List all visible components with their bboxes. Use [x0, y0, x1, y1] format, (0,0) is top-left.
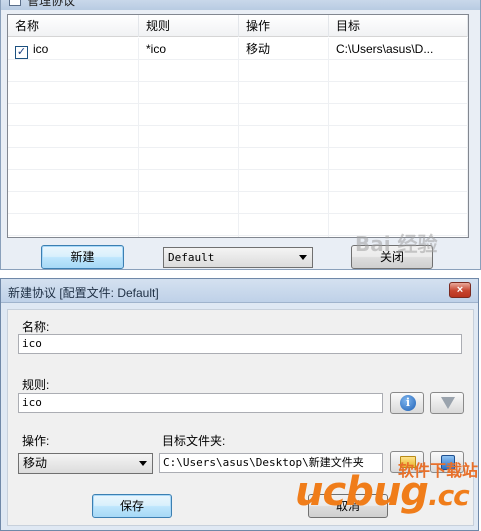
empty-cell	[239, 148, 329, 170]
empty-cell	[239, 214, 329, 236]
column-header-target[interactable]: 目标	[329, 15, 468, 37]
empty-cell	[8, 148, 139, 170]
empty-cell	[8, 126, 139, 148]
empty-cell	[329, 170, 468, 192]
empty-cell	[239, 60, 329, 82]
empty-cell	[329, 192, 468, 214]
chevron-down-icon	[299, 255, 307, 260]
cell-name: ✓ ico	[8, 38, 139, 60]
rule-field[interactable]: ico	[18, 393, 383, 413]
empty-cell	[8, 214, 139, 236]
empty-cell	[329, 60, 468, 82]
name-field[interactable]: ico	[18, 334, 462, 354]
empty-cell	[239, 170, 329, 192]
profile-select-value: Default	[168, 251, 215, 264]
ucbug-domain: .cc	[427, 479, 470, 512]
empty-cell	[8, 192, 139, 214]
rule-enabled-checkbox[interactable]: ✓	[15, 46, 28, 59]
empty-cell	[239, 236, 329, 237]
rule-label: 规则:	[22, 378, 50, 392]
empty-cell	[239, 126, 329, 148]
empty-table-row	[8, 104, 468, 126]
cell-target: C:\Users\asus\D...	[329, 38, 468, 60]
empty-cell	[139, 104, 239, 126]
empty-cell	[139, 170, 239, 192]
empty-cell	[239, 82, 329, 104]
manage-rules-titlebar: 管理协议	[1, 0, 480, 10]
empty-cell	[8, 236, 139, 237]
empty-table-row	[8, 170, 468, 192]
cell-action: 移动	[239, 38, 329, 60]
column-header-name[interactable]: 名称	[8, 15, 139, 37]
action-select[interactable]: 移动	[18, 453, 153, 474]
empty-cell	[8, 170, 139, 192]
rules-table: 名称 规则 操作 目标 ✓ ico *ico 移动 C:\Users\asus\D…	[7, 14, 469, 238]
rule-filter-button[interactable]	[430, 392, 464, 414]
empty-cell	[329, 104, 468, 126]
empty-cell	[139, 192, 239, 214]
table-row[interactable]: ✓ ico *ico 移动 C:\Users\asus\D...	[8, 38, 468, 60]
empty-cell	[239, 104, 329, 126]
save-button[interactable]: 保存	[92, 494, 172, 518]
empty-cell	[139, 60, 239, 82]
info-icon: i	[400, 395, 416, 411]
empty-table-row	[8, 126, 468, 148]
empty-cell	[329, 82, 468, 104]
window-app-icon	[9, 0, 21, 6]
new-rule-button[interactable]: 新建	[41, 245, 124, 269]
new-rule-title: 新建协议 [配置文件: Default]	[8, 286, 159, 300]
filter-icon	[441, 397, 455, 409]
ucbug-text: ucbug	[295, 469, 429, 515]
new-rule-titlebar: 新建协议 [配置文件: Default] ×	[1, 279, 478, 303]
empty-cell	[139, 148, 239, 170]
empty-table-row	[8, 192, 468, 214]
empty-cell	[139, 126, 239, 148]
empty-cell	[329, 126, 468, 148]
column-header-rule[interactable]: 规则	[139, 15, 239, 37]
empty-cell	[8, 60, 139, 82]
empty-cell	[139, 82, 239, 104]
empty-cell	[139, 214, 239, 236]
rule-info-button[interactable]: i	[390, 392, 424, 414]
cell-rule: *ico	[139, 38, 239, 60]
close-icon[interactable]: ×	[449, 282, 471, 298]
baidu-watermark: Bai 经验	[355, 232, 438, 256]
rule-name-text: ico	[33, 42, 49, 56]
empty-cell	[329, 148, 468, 170]
name-label: 名称:	[22, 320, 50, 334]
empty-cell	[239, 192, 329, 214]
column-header-action[interactable]: 操作	[239, 15, 329, 37]
action-label: 操作:	[22, 434, 50, 448]
rules-table-body: ✓ ico *ico 移动 C:\Users\asus\D...	[8, 38, 468, 237]
action-select-value: 移动	[23, 456, 48, 470]
empty-cell	[8, 82, 139, 104]
empty-cell	[139, 236, 239, 237]
empty-cell	[8, 104, 139, 126]
empty-table-row	[8, 60, 468, 82]
empty-table-row	[8, 82, 468, 104]
target-folder-label: 目标文件夹:	[162, 434, 226, 448]
profile-select[interactable]: Default	[163, 247, 313, 268]
manage-rules-title: 管理协议	[27, 0, 76, 8]
empty-table-row	[8, 148, 468, 170]
ucbug-watermark: ucbug.cc	[295, 469, 470, 515]
rules-table-header: 名称 规则 操作 目标	[8, 15, 468, 37]
chevron-down-icon	[139, 461, 147, 466]
